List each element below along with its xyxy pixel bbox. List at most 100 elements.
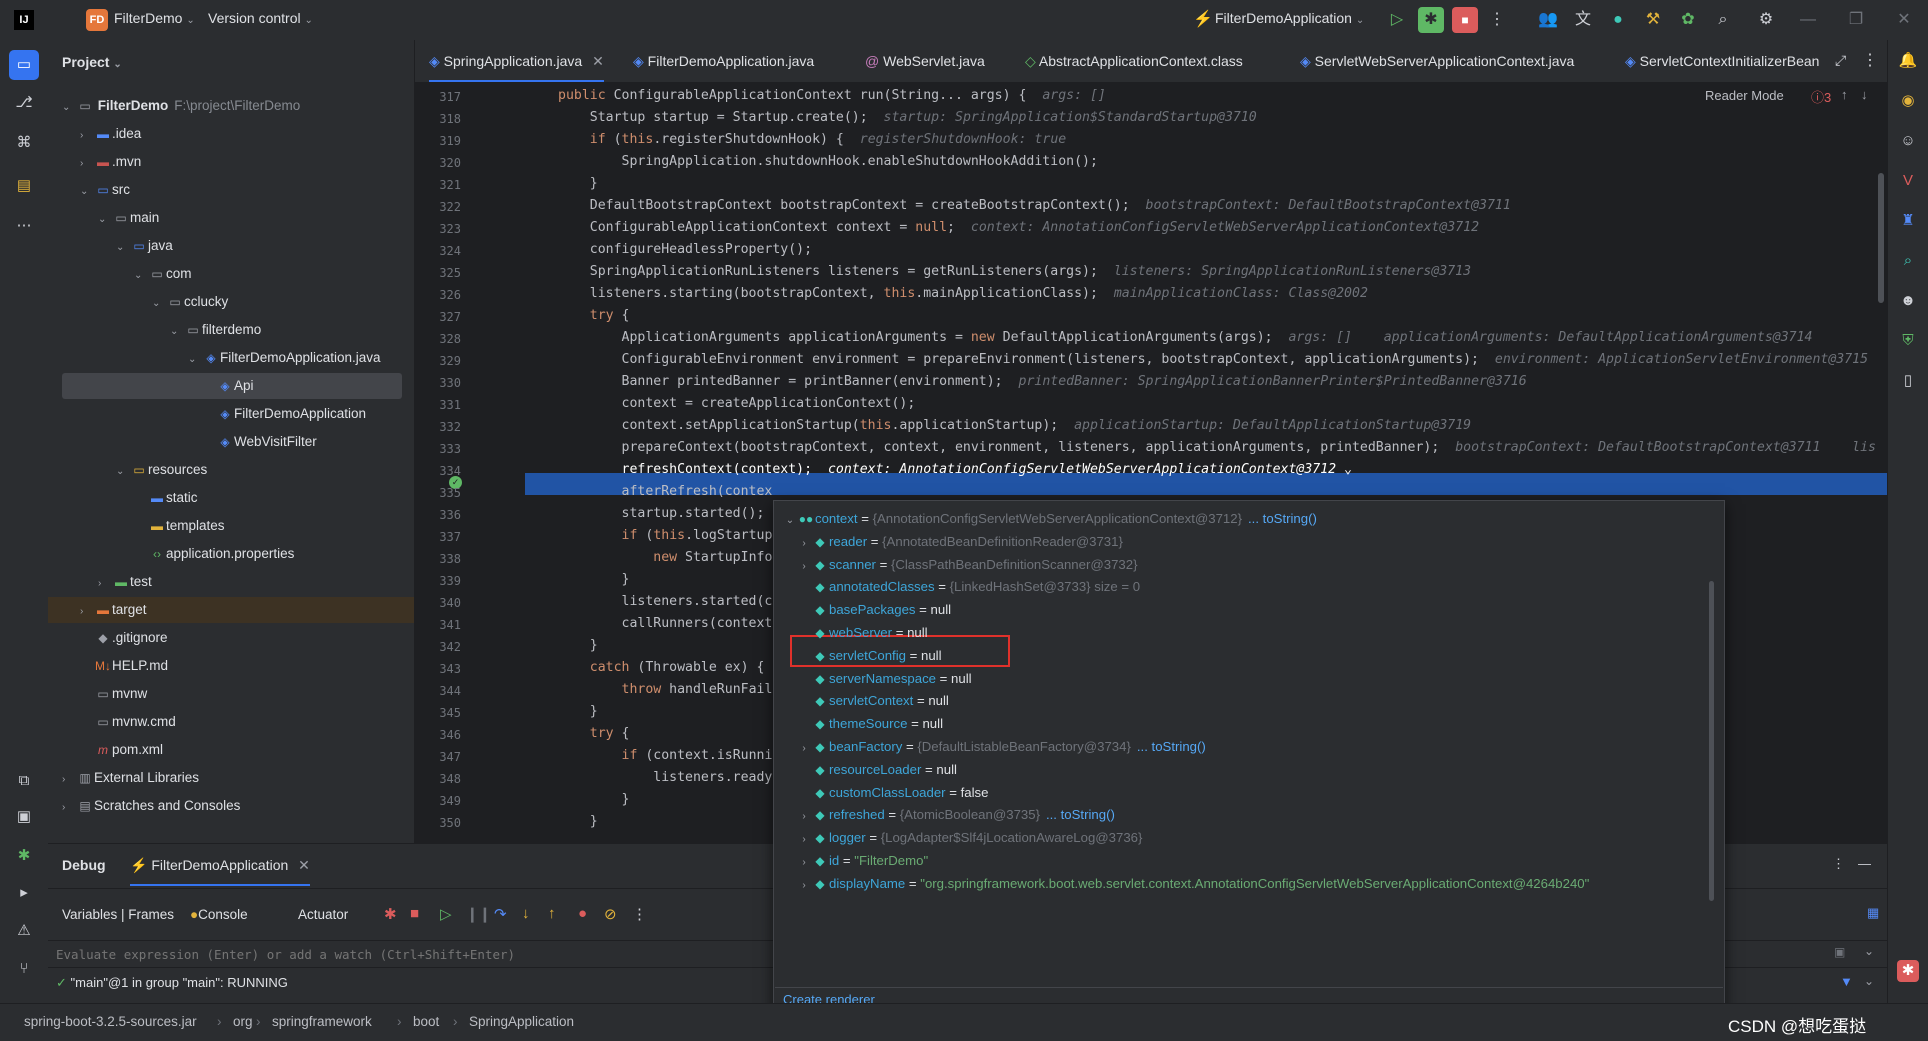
line-number[interactable]: 340 (415, 596, 461, 610)
tree-item[interactable]: ⌄ ▭ resources (116, 457, 207, 483)
maximize-icon[interactable]: ❐ (1845, 9, 1867, 31)
code-line[interactable]: startup.started(); (558, 506, 765, 521)
code-line[interactable]: prepareContext(bootstrapContext, context… (558, 440, 1876, 455)
search-everywhere-icon[interactable]: ⌕ (1897, 250, 1919, 272)
tree-item[interactable]: › ▬ .mvn (80, 149, 141, 175)
services-tool-icon[interactable]: ⧉ (13, 770, 35, 792)
popup-scrollbar[interactable] (1709, 581, 1714, 901)
step-out-icon[interactable]: ↑ (548, 905, 556, 922)
to-string-link[interactable]: ... toString() (1248, 511, 1317, 526)
breadcrumb-item[interactable]: springframework (272, 1014, 372, 1029)
code-line[interactable]: Startup startup = Startup.create(); star… (558, 110, 1257, 125)
line-number[interactable]: 341 (415, 618, 461, 632)
tree-item[interactable]: ◆ .gitignore (80, 625, 167, 651)
expand-tabs-icon[interactable]: ⤢ (1835, 52, 1846, 69)
step-into-icon[interactable]: ↓ (522, 905, 530, 922)
project-tool-icon[interactable]: ▭ (9, 50, 39, 80)
expand-arrow-icon[interactable]: ⌄ (188, 347, 202, 373)
security-icon[interactable]: ⛨ (1897, 330, 1919, 352)
tree-item[interactable]: ⌄ ▭ java (116, 233, 173, 259)
code-line[interactable]: listeners.started(c (558, 594, 773, 609)
code-line[interactable]: } (558, 638, 598, 653)
code-line[interactable]: if (this.registerShutdownHook) { registe… (558, 132, 1066, 147)
to-string-link[interactable]: ... toString() (1137, 739, 1206, 754)
debug-options-icon[interactable]: ⋮ (1832, 856, 1845, 872)
tree-item[interactable]: ▭ mvnw.cmd (80, 709, 175, 735)
collapse-arrow-icon[interactable]: › (80, 151, 94, 177)
variable-row[interactable]: › ◆ displayName = "org.springframework.boo… (797, 870, 1589, 898)
tree-item[interactable]: ◈ WebVisitFilter (216, 429, 316, 455)
structure-tool-icon[interactable]: ⌘ (13, 132, 35, 154)
tree-item[interactable]: M↓HELP.md (80, 653, 168, 679)
expand-arrow-icon[interactable]: ⌄ (98, 207, 112, 233)
line-number[interactable]: 324 (415, 244, 461, 258)
tab-servlet-web-server-app-context[interactable]: ◈ ServletWebServerApplicationContext.jav… (1300, 40, 1574, 82)
line-number[interactable]: 320 (415, 156, 461, 170)
terminal-tool-icon[interactable]: ▸ (13, 882, 35, 904)
breadcrumb-item[interactable]: spring-boot-3.2.5-sources.jar (24, 1014, 197, 1029)
tree-item[interactable]: ⌄ ▭ src (80, 177, 130, 203)
code-line[interactable]: public ConfigurableApplicationContext ru… (558, 88, 1106, 103)
ai-chat-icon[interactable]: ☺ (1897, 130, 1919, 152)
code-line[interactable]: } (558, 572, 630, 587)
intellij-logo-icon[interactable]: IJ (14, 10, 34, 30)
editor-gutter[interactable] (475, 83, 525, 843)
tab-abstract-application-context[interactable]: ◇ AbstractApplicationContext.class (1025, 40, 1243, 82)
code-line[interactable]: try { (558, 308, 630, 323)
line-number[interactable]: 332 (415, 420, 461, 434)
tree-item[interactable]: › ▬ target (80, 597, 147, 623)
build-tools-icon[interactable]: ⚒ (1642, 9, 1664, 31)
code-line[interactable]: Banner printedBanner = printBanner(envir… (558, 374, 1527, 389)
layout-icon[interactable]: ▦ (1867, 905, 1879, 921)
more-tools-icon[interactable]: ⋯ (13, 215, 35, 237)
debug-tool-icon[interactable]: ✱ (13, 845, 35, 867)
code-line[interactable]: SpringApplicationRunListeners listeners … (558, 264, 1471, 279)
expand-arrow-icon[interactable]: ⌄ (170, 319, 184, 345)
code-line[interactable]: } (558, 176, 598, 191)
tab-web-servlet[interactable]: @ WebServlet.java (865, 40, 985, 82)
collapse-arrow-icon[interactable]: › (62, 767, 76, 793)
line-number[interactable]: 325 (415, 266, 461, 280)
tree-item[interactable]: ⌄ ▭ filterdemo (170, 317, 261, 343)
line-number[interactable]: 334 (415, 464, 461, 478)
line-number[interactable]: 331 (415, 398, 461, 412)
code-line[interactable]: callRunners(context (558, 616, 773, 631)
debug-badge-icon[interactable]: ✱ (1897, 960, 1919, 982)
database-tool-icon[interactable]: ▤ (13, 175, 35, 197)
reader-mode-toggle[interactable]: Reader Mode (1705, 88, 1784, 103)
collapse-arrow-icon[interactable]: › (80, 123, 94, 149)
code-line[interactable]: ConfigurableApplicationContext context =… (558, 220, 1479, 235)
tree-item[interactable]: › ▤ Scratches and Consoles (62, 793, 240, 819)
line-number[interactable]: 349 (415, 794, 461, 808)
minimize-icon[interactable]: — (1797, 9, 1819, 31)
line-number[interactable]: 345 (415, 706, 461, 720)
code-line[interactable]: configureHeadlessProperty(); (558, 242, 812, 257)
expand-arrow-icon[interactable]: ⌄ (783, 507, 797, 535)
git-tool-icon[interactable]: ⑂ (13, 958, 35, 980)
editor-scrollbar[interactable] (1878, 173, 1884, 303)
line-number[interactable]: 327 (415, 310, 461, 324)
debug-toolbar-more-icon[interactable]: ⋮ (632, 905, 647, 923)
run-tool-icon[interactable]: ▣ (13, 806, 35, 828)
tree-item[interactable]: ▭ mvnw (80, 681, 147, 707)
database-icon[interactable]: ◉ (1897, 90, 1919, 112)
vcs-menu[interactable]: Version control ⌄ (208, 10, 313, 26)
hide-panel-icon[interactable]: — (1858, 856, 1871, 871)
line-number[interactable]: 335 (415, 486, 461, 500)
notifications-icon[interactable]: 🔔 (1897, 50, 1919, 72)
expand-arrow-icon[interactable]: ⌄ (62, 95, 76, 121)
code-line[interactable]: if (this.logStartup (558, 528, 773, 543)
tabs-more-icon[interactable]: ⋮ (1862, 50, 1878, 70)
line-number[interactable]: 343 (415, 662, 461, 676)
hamburger-menu-icon[interactable] (54, 9, 76, 31)
tab-variables-frames[interactable]: Variables | Frames (62, 907, 174, 922)
code-line[interactable]: if (context.isRunni (558, 748, 773, 763)
tree-item[interactable]: › ▬ test (98, 569, 152, 595)
line-number[interactable]: 328 (415, 332, 461, 346)
code-line[interactable]: DefaultBootstrapContext bootstrapContext… (558, 198, 1511, 213)
tree-item[interactable]: › ▥ External Libraries (62, 765, 199, 791)
maven-tool-icon[interactable]: ♜ (1897, 210, 1919, 232)
tree-item[interactable]: ⌄ ▭ main (98, 205, 159, 231)
line-number[interactable]: 323 (415, 222, 461, 236)
tree-item[interactable]: › ▬ .idea (80, 121, 141, 147)
